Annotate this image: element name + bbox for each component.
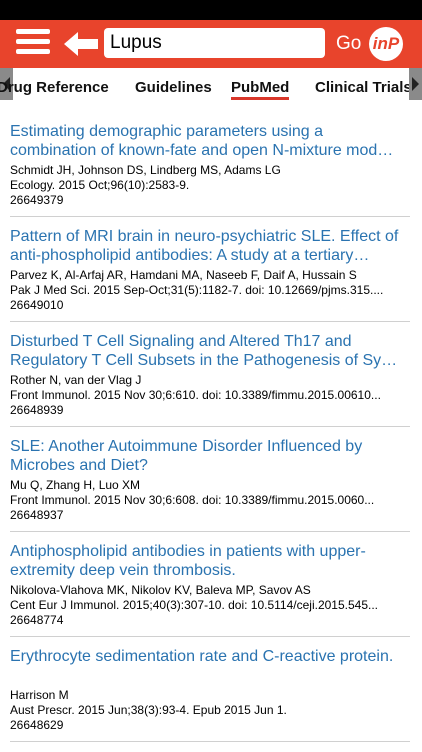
search-input[interactable]: Lupus xyxy=(104,28,325,58)
list-item[interactable]: Erythrocyte sedimentation rate and C-rea… xyxy=(10,647,410,742)
article-title[interactable]: Pattern of MRI brain in neuro-psychiatri… xyxy=(10,227,410,265)
app-logo: inP xyxy=(369,27,403,61)
list-item[interactable]: Estimating demographic parameters using … xyxy=(10,122,410,217)
tab-pubmed[interactable]: PubMed xyxy=(231,79,290,100)
article-authors: Rother N, van der Vlag J xyxy=(10,373,142,387)
list-item[interactable]: SLE: Another Autoimmune Disorder Influen… xyxy=(10,437,410,532)
article-authors: Schmidt JH, Johnson DS, Lindberg MS, Ada… xyxy=(10,163,281,177)
back-arrow-icon xyxy=(64,32,98,56)
article-authors: Mu Q, Zhang H, Luo XM xyxy=(10,478,141,492)
chevron-right-icon xyxy=(412,77,419,91)
article-authors: Nikolova-Vlahova MK, Nikolov KV, Baleva … xyxy=(10,583,311,597)
tab-drug-reference[interactable]: Drug Reference xyxy=(0,79,109,96)
article-journal: Cent Eur J Immunol. 2015;40(3):307-10. d… xyxy=(10,598,379,612)
pubmed-results-list: Estimating demographic parameters using … xyxy=(10,122,410,752)
article-title[interactable]: SLE: Another Autoimmune Disorder Influen… xyxy=(10,437,410,475)
article-pmid: 26648629 xyxy=(10,718,64,732)
article-journal: Pak J Med Sci. 2015 Sep-Oct;31(5):1182-7… xyxy=(10,283,384,297)
article-pmid: 26648939 xyxy=(10,403,64,417)
list-item[interactable]: Pattern of MRI brain in neuro-psychiatri… xyxy=(10,227,410,322)
article-title[interactable]: Antiphospholipid antibodies in patients … xyxy=(10,542,410,580)
article-journal: Front Immunol. 2015 Nov 30;6:610. doi: 1… xyxy=(10,388,381,402)
list-item[interactable]: Antiphospholipid antibodies in patients … xyxy=(10,542,410,637)
go-button[interactable]: Go xyxy=(336,33,361,55)
article-title[interactable]: Erythrocyte sedimentation rate and C-rea… xyxy=(10,647,410,685)
article-journal: Front Immunol. 2015 Nov 30;6:608. doi: 1… xyxy=(10,493,375,507)
article-pmid: 26648937 xyxy=(10,508,64,522)
article-pmid: 26649379 xyxy=(10,193,64,207)
article-authors: Parvez K, Al-Arfaj AR, Hamdani MA, Nasee… xyxy=(10,268,357,282)
article-pmid: 26649010 xyxy=(10,298,64,312)
tab-clinical-trials[interactable]: Clinical Trials xyxy=(315,79,412,96)
article-journal: Aust Prescr. 2015 Jun;38(3):93-4. Epub 2… xyxy=(10,703,287,717)
app-header: Lupus Go inP xyxy=(0,20,422,68)
article-title[interactable]: Disturbed T Cell Signaling and Altered T… xyxy=(10,332,410,370)
list-item[interactable]: Disturbed T Cell Signaling and Altered T… xyxy=(10,332,410,427)
logo-text: inP xyxy=(372,34,400,53)
article-pmid: 26648774 xyxy=(10,613,64,627)
scroll-right-button[interactable] xyxy=(409,68,422,100)
article-journal: Ecology. 2015 Oct;96(10):2583-9. xyxy=(10,178,190,192)
article-authors: Harrison M xyxy=(10,688,69,702)
tab-bar: Drug Reference Guidelines PubMed Clinica… xyxy=(0,68,422,108)
article-title[interactable]: Estimating demographic parameters using … xyxy=(10,122,410,160)
tab-guidelines[interactable]: Guidelines xyxy=(135,79,212,96)
menu-icon xyxy=(16,29,50,34)
menu-button[interactable] xyxy=(16,29,50,59)
back-button[interactable] xyxy=(64,30,100,58)
status-bar xyxy=(0,0,422,20)
